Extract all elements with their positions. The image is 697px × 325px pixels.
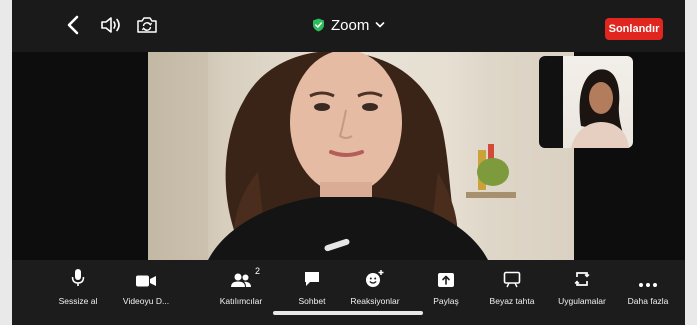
audio-output-button[interactable]: [98, 12, 124, 38]
camera-switch-icon: [137, 17, 157, 33]
microphone-icon: [71, 269, 85, 286]
end-meeting-button[interactable]: Sonlandır: [605, 18, 663, 40]
speaker-icon: [101, 17, 120, 33]
home-indicator[interactable]: [273, 311, 423, 315]
whiteboard-label: Beyaz tahta: [489, 296, 535, 306]
switch-camera-button[interactable]: [134, 12, 160, 38]
stop-video-button[interactable]: Videoyu D...: [122, 266, 170, 312]
chat-icon: [305, 272, 319, 286]
more-button[interactable]: Daha fazla: [624, 266, 672, 312]
self-view-image: [571, 69, 629, 148]
back-button[interactable]: [60, 12, 86, 38]
more-icon: [639, 283, 657, 287]
video-stage: [12, 52, 685, 260]
self-view-thumbnail[interactable]: [539, 56, 633, 148]
apps-icon: [574, 272, 590, 286]
self-view-video: [563, 56, 633, 148]
active-speaker-image: [148, 52, 574, 260]
mute-button[interactable]: Sessize al: [56, 266, 100, 312]
meeting-title[interactable]: Zoom: [312, 14, 385, 36]
participants-icon: [231, 273, 251, 287]
share-icon: [438, 273, 454, 287]
mute-label: Sessize al: [58, 296, 98, 306]
reactions-label: Reaksiyonlar: [350, 296, 400, 306]
chat-button[interactable]: Sohbet: [292, 266, 332, 312]
reactions-button[interactable]: Reaksiyonlar: [348, 266, 402, 312]
participants-count-badge: 2: [255, 266, 261, 276]
apps-label: Uygulamalar: [558, 296, 606, 306]
video-camera-icon: [136, 275, 156, 287]
meeting-controls-toolbar: Sessize al Videoyu D... 2 Katılımcılar S…: [12, 260, 685, 325]
participants-button[interactable]: 2 Katılımcılar: [217, 266, 265, 312]
top-bar: Zoom Sonlandır: [12, 0, 685, 52]
reactions-icon: [366, 270, 384, 287]
chat-label: Sohbet: [298, 296, 326, 306]
meeting-title-text: Zoom: [331, 16, 370, 34]
share-button[interactable]: Paylaş: [426, 266, 466, 312]
whiteboard-icon: [503, 271, 521, 288]
apps-button[interactable]: Uygulamalar: [553, 266, 611, 312]
zoom-meeting-screen: Zoom Sonlandır Sessize al Videoyu D... 2…: [12, 0, 685, 325]
more-label: Daha fazla: [627, 296, 669, 306]
chevron-down-icon: [376, 22, 385, 28]
active-speaker-video[interactable]: [148, 52, 574, 260]
shield-check-icon: [313, 18, 324, 32]
share-label: Paylaş: [433, 296, 459, 306]
participants-label: Katılımcılar: [219, 296, 263, 306]
whiteboard-button[interactable]: Beyaz tahta: [484, 266, 540, 312]
stop-video-label: Videoyu D...: [122, 296, 170, 306]
back-chevron-icon: [67, 15, 79, 35]
